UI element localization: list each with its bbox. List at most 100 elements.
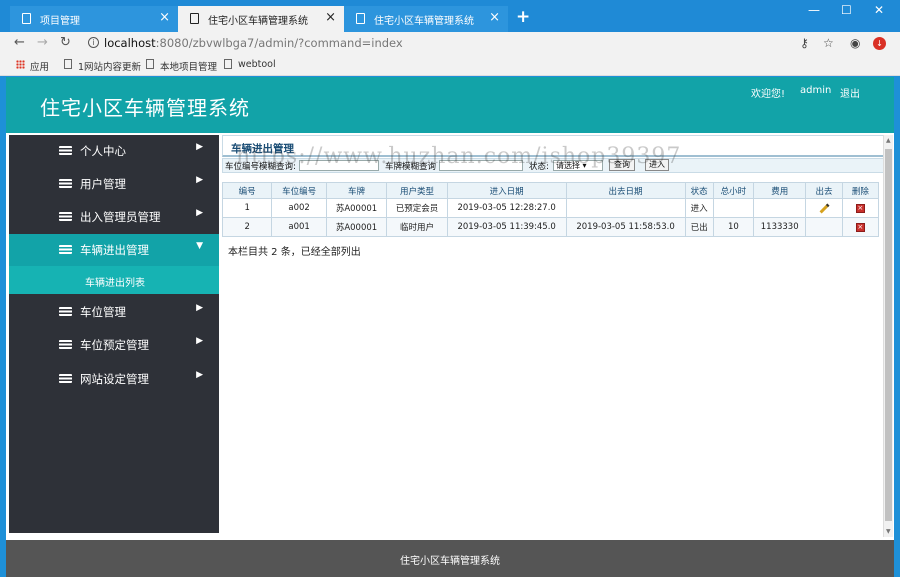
apps-grid-icon — [16, 60, 25, 69]
cell-user-type: 已预定会员 — [386, 198, 448, 218]
cell-id: 2 — [221, 217, 273, 237]
column-header[interactable]: 进入日期 — [446, 182, 567, 199]
cell-hours — [712, 198, 755, 218]
user-link[interactable]: admin — [800, 85, 831, 96]
sidebar: 个人中心 ▶ 用户管理 ▶ 出入管理员管理 ▶ 车辆进出管理 ▼ 车辆进出列表 … — [9, 135, 219, 533]
bookmark-item[interactable]: 本地项目管理 — [146, 59, 217, 73]
url-input[interactable]: i localhost:8080/zbvwlbga7/admin/?comman… — [84, 33, 794, 53]
page-icon — [190, 13, 199, 24]
sidebar-item-gate-admin[interactable]: 出入管理员管理 ▶ — [9, 201, 219, 231]
forward-icon[interactable]: → — [37, 35, 48, 50]
column-header[interactable]: 车位编号 — [271, 182, 327, 199]
caret-down-icon: ▼ — [196, 241, 203, 251]
vehicle-table: 编号 车位编号 车牌 用户类型 进入日期 出去日期 状态 总小时 费用 出去 删… — [221, 182, 880, 237]
sidebar-item-vehicle-in-out[interactable]: 车辆进出管理 ▼ — [9, 234, 219, 266]
sidebar-item-parking-space[interactable]: 车位管理 ▶ — [9, 296, 219, 326]
caret-right-icon: ▶ — [196, 142, 203, 152]
cell-in-date: 2019-03-05 12:28:27.0 — [446, 198, 567, 218]
caret-right-icon: ▶ — [196, 303, 203, 313]
delete-icon[interactable]: × — [855, 223, 865, 232]
bookmarks-bar: 应用 1网站内容更新 本地项目管理 webtool — [0, 54, 900, 76]
bookmark-apps[interactable]: 应用 — [16, 59, 49, 73]
stack-icon — [59, 146, 72, 155]
cell-out-date — [565, 198, 686, 218]
document-icon — [64, 59, 72, 69]
close-window-icon[interactable]: ✕ — [874, 3, 884, 17]
scroll-down-icon[interactable]: ▼ — [886, 528, 891, 535]
column-header[interactable]: 状态 — [684, 182, 714, 199]
column-header[interactable]: 用户类型 — [386, 182, 448, 199]
sidebar-item-user-management[interactable]: 用户管理 ▶ — [9, 168, 219, 198]
star-icon[interactable]: ☆ — [823, 36, 834, 50]
back-icon[interactable]: ← — [14, 35, 25, 50]
caret-right-icon: ▶ — [196, 175, 203, 185]
cell-exit-action — [805, 217, 843, 237]
page-icon — [22, 13, 31, 24]
new-tab-button[interactable]: + — [516, 7, 530, 27]
stack-icon — [59, 340, 72, 349]
account-icon[interactable]: ◉ — [850, 36, 860, 50]
table-row: 2 a001 苏A00001 临时用户 2019-03-05 11:39:45.… — [221, 217, 880, 237]
cell-status: 已出 — [684, 217, 714, 237]
app-title: 住宅小区车辆管理系统 — [40, 96, 250, 120]
column-header[interactable]: 编号 — [221, 182, 273, 199]
column-header[interactable]: 出去 — [805, 182, 843, 199]
table-header-row: 编号 车位编号 车牌 用户类型 进入日期 出去日期 状态 总小时 费用 出去 删… — [221, 182, 880, 199]
column-header[interactable]: 总小时 — [712, 182, 755, 199]
watermark: https://www.huzhan.com/ishop39397 — [236, 144, 682, 169]
key-icon[interactable]: ⚷ — [800, 36, 809, 50]
column-header[interactable]: 费用 — [752, 182, 807, 199]
close-icon[interactable]: × — [489, 10, 500, 25]
minimize-icon[interactable]: — — [808, 3, 820, 17]
vertical-scrollbar[interactable]: ▲ ▼ — [883, 135, 893, 537]
close-icon[interactable]: × — [325, 10, 336, 25]
bookmark-item[interactable]: webtool — [224, 59, 276, 70]
cell-fee — [752, 198, 807, 218]
cell-plate: 苏A00001 — [325, 198, 388, 218]
stack-icon — [59, 179, 72, 188]
delete-icon[interactable]: × — [855, 204, 865, 213]
reload-icon[interactable]: ↻ — [60, 35, 71, 50]
list-summary: 本栏目共 2 条，已经全部列出 — [228, 247, 361, 258]
bookmark-item[interactable]: 1网站内容更新 — [64, 59, 141, 73]
browser-tab[interactable]: 项目管理 × — [10, 6, 178, 32]
cell-id: 1 — [221, 198, 273, 218]
cell-user-type: 临时用户 — [386, 217, 448, 237]
extension-icon[interactable]: ↓ — [873, 37, 886, 50]
close-icon[interactable]: × — [159, 10, 170, 25]
scroll-up-icon[interactable]: ▲ — [886, 137, 891, 144]
caret-right-icon: ▶ — [196, 336, 203, 346]
sidebar-subitem-vehicle-list[interactable]: 车辆进出列表 — [9, 266, 219, 294]
cell-hours: 10 — [712, 217, 755, 237]
table-row: 1 a002 苏A00001 已预定会员 2019-03-05 12:28:27… — [221, 198, 880, 218]
sidebar-item-site-settings[interactable]: 网站设定管理 ▶ — [9, 363, 219, 393]
logout-link[interactable]: 退出 — [840, 85, 860, 100]
column-header[interactable]: 删除 — [841, 182, 880, 199]
cell-in-date: 2019-03-05 11:39:45.0 — [446, 217, 567, 237]
browser-tab-strip: 项目管理 × 住宅小区车辆管理系统 × 住宅小区车辆管理系统 × + — ☐ ✕ — [0, 0, 900, 32]
caret-right-icon: ▶ — [196, 370, 203, 380]
browser-tab[interactable]: 住宅小区车辆管理系统 × — [344, 6, 508, 32]
welcome-text: 欢迎您! — [751, 89, 786, 100]
stack-icon — [59, 307, 72, 316]
cell-plate: 苏A00001 — [325, 217, 388, 237]
cell-space: a001 — [271, 217, 327, 237]
info-icon[interactable]: i — [88, 37, 99, 48]
document-icon — [224, 59, 232, 69]
caret-right-icon: ▶ — [196, 208, 203, 218]
browser-tab-active[interactable]: 住宅小区车辆管理系统 × — [178, 6, 344, 32]
stack-icon — [59, 245, 72, 254]
document-icon — [146, 59, 154, 69]
cell-out-date: 2019-03-05 11:58:53.0 — [565, 217, 686, 237]
app-header: 住宅小区车辆管理系统 欢迎您! admin 退出 — [6, 77, 894, 133]
column-header[interactable]: 车牌 — [325, 182, 388, 199]
address-bar: ← → ↻ i localhost:8080/zbvwlbga7/admin/?… — [0, 32, 900, 54]
sidebar-item-space-reservation[interactable]: 车位预定管理 ▶ — [9, 329, 219, 359]
scrollbar-thumb[interactable] — [885, 149, 892, 521]
main-content: 车辆进出管理 车位编号模糊查询: 车牌模糊查询 状态: 请选择 ▾ 查询 进入 … — [221, 135, 887, 535]
sidebar-item-personal-center[interactable]: 个人中心 ▶ — [9, 135, 219, 165]
cell-fee: 1133330 — [752, 217, 807, 237]
column-header[interactable]: 出去日期 — [565, 182, 686, 199]
pencil-icon[interactable] — [819, 203, 829, 214]
maximize-icon[interactable]: ☐ — [841, 3, 852, 17]
